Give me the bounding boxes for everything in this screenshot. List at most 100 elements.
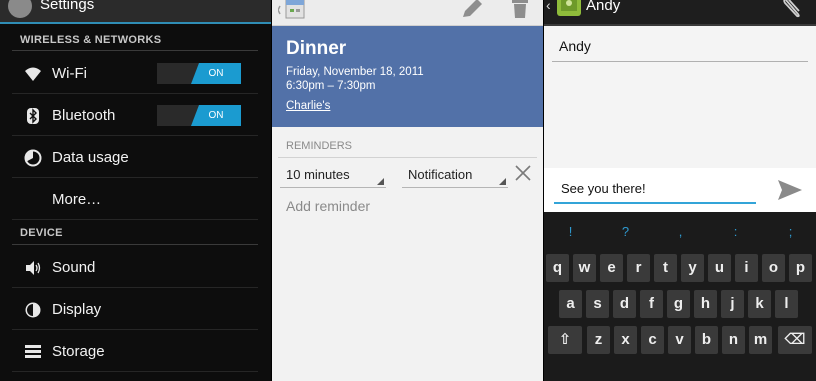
settings-title: Settings: [40, 0, 95, 13]
delete-key-icon[interactable]: ⌫: [778, 326, 812, 354]
soft-keyboard: !?,:; qwertyuiop asdfghjkl ⇧ ⌫ zxcvbnm: [544, 212, 816, 381]
contact-name: Andy: [586, 0, 621, 14]
messaging-action-bar: ‹ Andy: [544, 0, 816, 26]
settings-gear-icon[interactable]: [8, 0, 32, 18]
letter-key[interactable]: a: [559, 290, 582, 318]
message-input[interactable]: See you there!: [554, 176, 756, 204]
letter-key[interactable]: p: [789, 254, 812, 282]
settings-item-data-usage[interactable]: Data usage: [12, 137, 258, 178]
event-header: Dinner Friday, November 18, 2011 6:30pm …: [272, 26, 543, 127]
letter-key[interactable]: y: [681, 254, 704, 282]
recipient-value: Andy: [559, 38, 591, 54]
reminder-method-value: Notification: [408, 167, 473, 182]
keyboard-row-3: ⇧ ⌫ zxcvbnm: [544, 326, 816, 358]
keyboard-symbol-row: !?,:;: [544, 218, 816, 250]
brightness-icon: [25, 302, 41, 318]
settings-item-wifi[interactable]: Wi-Fi ON: [12, 53, 258, 94]
event-title: Dinner: [286, 38, 347, 59]
reminders-header: REMINDERS: [286, 140, 353, 152]
letter-key[interactable]: d: [613, 290, 636, 318]
settings-item-storage[interactable]: Storage: [12, 331, 258, 372]
event-time: 6:30pm – 7:30pm: [286, 80, 376, 92]
settings-item-label: Data usage: [52, 149, 129, 166]
toggle-on-label: ON: [191, 105, 241, 126]
data-usage-icon: [24, 149, 42, 167]
settings-item-bluetooth[interactable]: Bluetooth ON: [12, 95, 258, 136]
letter-key[interactable]: k: [748, 290, 771, 318]
spinner-arrow-icon: [377, 178, 384, 185]
letter-key[interactable]: w: [573, 254, 596, 282]
settings-item-label: Display: [52, 301, 102, 318]
keyboard-row-1: qwertyuiop: [544, 254, 816, 286]
reminder-time-spinner[interactable]: 10 minutes: [280, 164, 386, 188]
letter-key[interactable]: c: [641, 326, 664, 354]
calendar-event-panel: Dinner Friday, November 18, 2011 6:30pm …: [272, 0, 543, 381]
trash-icon[interactable]: [510, 0, 530, 20]
section-divider: [12, 50, 258, 51]
settings-item-label: Wi-Fi: [52, 65, 87, 82]
section-header-device: DEVICE: [20, 227, 63, 239]
edit-pencil-icon[interactable]: [460, 0, 484, 20]
bluetooth-icon: [27, 108, 39, 124]
shift-key-icon[interactable]: ⇧: [548, 326, 582, 354]
contact-avatar-icon[interactable]: [556, 0, 582, 18]
settings-panel: Settings WIRELESS & NETWORKS Wi-Fi ON Bl…: [0, 0, 271, 381]
speaker-icon: [26, 261, 41, 275]
messaging-panel: ‹ Andy Andy See you there! !?,:; qwertyu…: [544, 0, 816, 381]
calendar-action-bar: [272, 0, 543, 26]
letter-key[interactable]: n: [722, 326, 745, 354]
symbol-key[interactable]: ,: [669, 218, 692, 246]
letter-key[interactable]: g: [667, 290, 690, 318]
letter-key[interactable]: b: [695, 326, 718, 354]
settings-item-label: More…: [52, 191, 102, 208]
wifi-icon: [25, 67, 41, 81]
spinner-arrow-icon: [499, 178, 506, 185]
settings-item-display[interactable]: Display: [12, 289, 258, 330]
symbol-key[interactable]: ?: [614, 218, 637, 246]
letter-key[interactable]: z: [587, 326, 610, 354]
reminder-time-value: 10 minutes: [286, 167, 350, 182]
remove-reminder-icon[interactable]: [514, 164, 532, 182]
settings-action-bar: Settings: [0, 0, 271, 24]
attachment-paperclip-icon[interactable]: [780, 0, 804, 18]
message-text: See you there!: [561, 181, 646, 196]
reminder-method-spinner[interactable]: Notification: [402, 164, 508, 188]
bluetooth-toggle[interactable]: ON: [157, 105, 241, 126]
calendar-app-icon[interactable]: [278, 0, 308, 22]
section-header-wireless: WIRELESS & NETWORKS: [20, 34, 162, 46]
letter-key[interactable]: f: [640, 290, 663, 318]
settings-item-sound[interactable]: Sound: [12, 247, 258, 288]
letter-key[interactable]: x: [614, 326, 637, 354]
settings-item-more[interactable]: More…: [12, 179, 258, 220]
letter-key[interactable]: s: [586, 290, 609, 318]
letter-key[interactable]: o: [762, 254, 785, 282]
symbol-key[interactable]: ;: [779, 218, 802, 246]
wifi-toggle[interactable]: ON: [157, 63, 241, 84]
letter-key[interactable]: u: [708, 254, 731, 282]
letter-key[interactable]: r: [627, 254, 650, 282]
settings-item-label: Sound: [52, 259, 96, 276]
letter-key[interactable]: j: [721, 290, 744, 318]
reminders-divider: [278, 157, 537, 158]
keyboard-row-2: asdfghjkl: [544, 290, 816, 322]
symbol-key[interactable]: :: [724, 218, 747, 246]
symbol-key[interactable]: !: [559, 218, 582, 246]
toggle-on-label: ON: [191, 63, 241, 84]
letter-key[interactable]: v: [668, 326, 691, 354]
letter-key[interactable]: e: [600, 254, 623, 282]
add-reminder-button[interactable]: Add reminder: [286, 198, 370, 214]
compose-bar: See you there!: [544, 168, 816, 212]
recipient-field[interactable]: Andy: [552, 34, 808, 62]
letter-key[interactable]: m: [749, 326, 772, 354]
section-divider: [12, 244, 258, 245]
letter-key[interactable]: l: [775, 290, 798, 318]
letter-key[interactable]: i: [735, 254, 758, 282]
letter-key[interactable]: h: [694, 290, 717, 318]
event-calendar-link[interactable]: Charlie's: [286, 100, 330, 112]
settings-item-label: Storage: [52, 343, 105, 360]
send-icon[interactable]: [776, 178, 804, 202]
back-chevron-icon[interactable]: ‹: [546, 0, 551, 13]
letter-key[interactable]: q: [546, 254, 569, 282]
letter-key[interactable]: t: [654, 254, 677, 282]
storage-icon: [25, 345, 41, 358]
